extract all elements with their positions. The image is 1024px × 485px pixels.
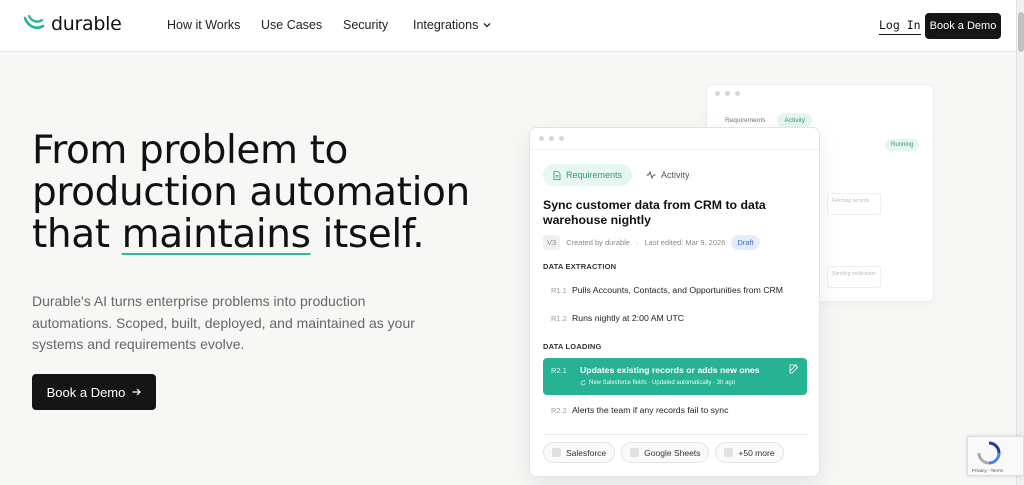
book-demo-hero-label: Book a Demo xyxy=(46,384,126,400)
more-integrations-icon xyxy=(724,448,734,457)
automation-title: Sync customer data from CRM to data ware… xyxy=(543,198,766,227)
tab-requirements[interactable]: Requirements xyxy=(543,164,633,186)
hero-subtitle: Durable's AI turns enterprise problems i… xyxy=(32,293,415,352)
requirement-id: R1.2 xyxy=(551,313,567,323)
card-divider xyxy=(543,434,807,435)
requirement-row-highlighted[interactable]: R2.1 Updates existing records or adds ne… xyxy=(543,358,807,395)
brand-logo[interactable]: durable xyxy=(22,13,122,35)
chevron-down-icon xyxy=(483,23,491,28)
nav-use-cases[interactable]: Use Cases xyxy=(261,18,322,32)
book-demo-hero-button[interactable]: Book a Demo xyxy=(32,374,156,410)
hero-title: From problem to production automation th… xyxy=(32,130,512,256)
activity-icon xyxy=(646,171,656,179)
automation-meta: V3 Created by durable · Last edited: Mar… xyxy=(543,235,760,250)
hero-title-highlight: maintains xyxy=(121,212,311,257)
nav-how-it-works[interactable]: How it Works xyxy=(167,18,240,32)
top-navbar: durable How it Works Use Cases Security … xyxy=(0,0,1016,52)
background-step-box: Fetching records xyxy=(827,193,881,215)
nav-security[interactable]: Security xyxy=(343,18,388,32)
scrollbar-thumb[interactable] xyxy=(1018,12,1024,52)
integration-chip-label: Salesforce xyxy=(566,447,607,458)
arrow-right-icon xyxy=(132,388,142,396)
edit-icon[interactable] xyxy=(789,364,799,374)
background-card-tabs: Requirements Activity xyxy=(725,113,813,128)
google-sheets-icon xyxy=(630,448,640,457)
recaptcha-footer[interactable]: Privacy - Terms xyxy=(972,468,1003,473)
login-link[interactable]: Log In xyxy=(879,18,921,35)
card-window-bar xyxy=(530,128,819,150)
background-tab-requirements: Requirements xyxy=(725,117,766,124)
tab-requirements-label: Requirements xyxy=(566,170,623,180)
tab-activity-label: Activity xyxy=(661,170,690,180)
document-icon xyxy=(553,170,561,180)
requirement-row[interactable]: R1.2 Runs nightly at 2:00 AM UTC xyxy=(543,306,807,330)
section-heading-loading: DATA LOADING xyxy=(543,342,602,351)
requirement-update-note: New Salesforce fields · Updated automati… xyxy=(580,380,735,386)
background-step-box: Sending notification xyxy=(827,266,881,288)
durable-logo-icon xyxy=(23,14,45,30)
refresh-icon xyxy=(580,380,586,386)
recaptcha-badge[interactable]: Privacy - Terms xyxy=(967,436,1024,476)
requirement-note-text: New Salesforce fields · Updated automati… xyxy=(589,380,736,386)
nav-integrations-label: Integrations xyxy=(413,18,479,32)
integration-chip-more[interactable]: +50 more xyxy=(715,442,784,463)
requirement-text: Pulls Accounts, Contacts, and Opportunit… xyxy=(572,285,784,295)
brand-name: durable xyxy=(51,13,122,35)
created-by: Created by durable xyxy=(566,238,630,247)
page-scrollbar[interactable] xyxy=(1016,0,1024,485)
requirements-card: Requirements Activity Sync customer data… xyxy=(529,127,820,477)
last-edited: Last edited: Mar 9, 2026 xyxy=(644,238,726,247)
hero-title-line-1: From problem to xyxy=(32,128,348,173)
requirement-id: R1.1 xyxy=(551,285,567,295)
hero-title-line-3-post: itself. xyxy=(310,212,425,257)
section-heading-extraction: DATA EXTRACTION xyxy=(543,262,617,271)
integration-chip-google-sheets[interactable]: Google Sheets xyxy=(621,442,710,463)
window-dots xyxy=(539,136,564,141)
card-tabs: Requirements Activity xyxy=(543,164,698,186)
running-status-badge: Running xyxy=(885,139,920,151)
requirement-row[interactable]: R1.1 Pulls Accounts, Contacts, and Oppor… xyxy=(543,278,807,302)
version-badge: V3 xyxy=(543,235,561,250)
hero-title-line-2: production automation xyxy=(32,170,470,215)
salesforce-icon xyxy=(552,448,561,457)
integration-chip-salesforce[interactable]: Salesforce xyxy=(543,442,616,463)
tab-activity[interactable]: Activity xyxy=(638,164,698,186)
integration-chip-label: Google Sheets xyxy=(644,447,701,458)
requirement-id: R2.1 xyxy=(551,366,567,375)
integration-chips: Salesforce Google Sheets +50 more xyxy=(543,442,784,463)
integration-chip-label: +50 more xyxy=(738,447,775,458)
requirement-text: Alerts the team if any records fail to s… xyxy=(572,405,729,415)
hero-title-line-3-pre: that xyxy=(32,212,122,257)
background-tab-activity: Activity xyxy=(777,113,813,128)
meta-separator: · xyxy=(635,238,639,247)
requirement-text: Runs nightly at 2:00 AM UTC xyxy=(572,313,685,323)
requirement-row[interactable]: R2.2 Alerts the team if any records fail… xyxy=(543,398,807,422)
recaptcha-icon xyxy=(977,441,1001,465)
draft-status-badge: Draft xyxy=(731,235,760,250)
window-dots xyxy=(715,91,740,96)
requirement-id: R2.2 xyxy=(551,405,567,415)
book-demo-nav-button[interactable]: Book a Demo xyxy=(925,13,1001,39)
nav-integrations[interactable]: Integrations xyxy=(413,18,491,32)
requirement-text: Updates existing records or adds new one… xyxy=(580,365,760,375)
